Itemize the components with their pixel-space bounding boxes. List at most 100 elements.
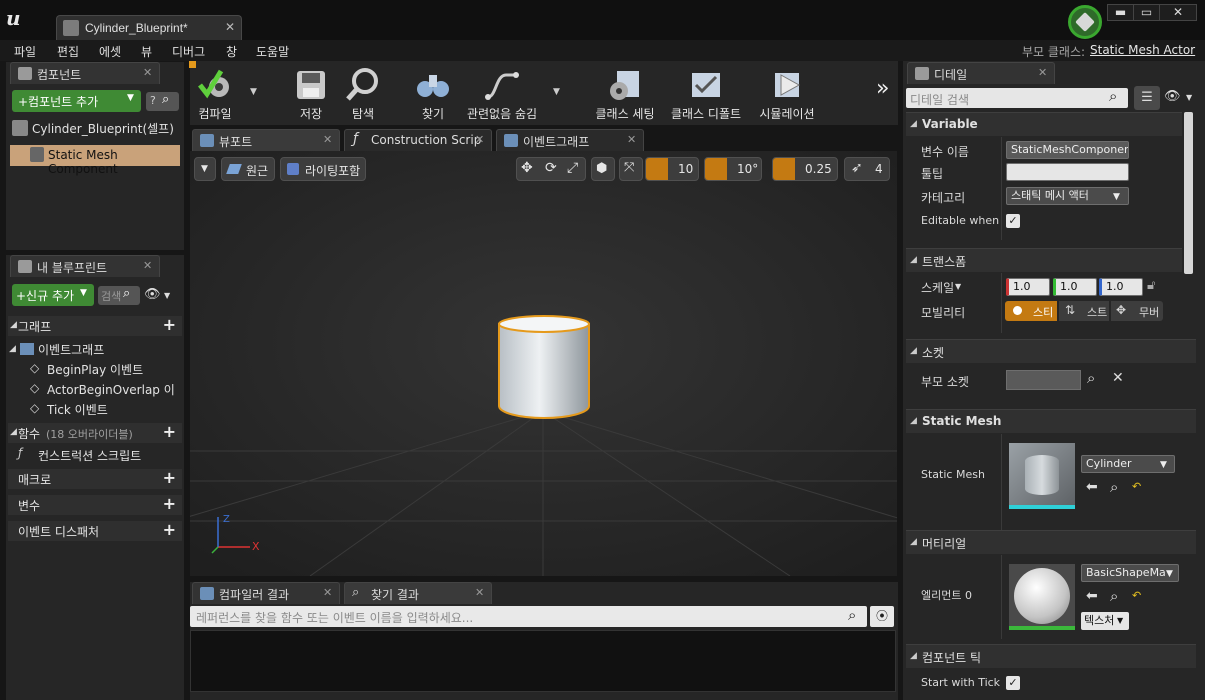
find-in-all-blueprints-icon[interactable]: ⦿ <box>870 606 894 627</box>
chevron-down-icon[interactable]: ▼ <box>164 291 170 300</box>
scale-y-field[interactable]: 1.0 <box>1053 278 1097 296</box>
scale-icon[interactable]: ⤢ <box>567 160 578 176</box>
variable-section[interactable]: ◢ Variable <box>906 112 1182 136</box>
eye-icon[interactable]: 👁︎ <box>144 287 161 302</box>
add-function-icon[interactable]: + <box>163 422 176 441</box>
close-icon[interactable]: ✕ <box>627 133 636 146</box>
find-button[interactable]: 찾기 <box>398 61 468 125</box>
property-matrix-icon[interactable]: ☰ <box>1134 86 1160 110</box>
scale-x-field[interactable]: 1.0 <box>1006 278 1050 296</box>
reset-to-default-icon[interactable]: ↶ <box>1132 589 1141 602</box>
perspective-button[interactable]: 원근 <box>221 157 275 181</box>
add-variable-icon[interactable]: + <box>163 494 176 513</box>
coordinate-space-button[interactable]: ⬢ <box>591 157 615 181</box>
browse-asset-icon[interactable]: ⌕ <box>1110 587 1118 605</box>
lighting-button[interactable]: 라이팅포함 <box>280 157 366 181</box>
maximize-button[interactable]: ▭ <box>1133 4 1160 21</box>
find-results-search-input[interactable]: 레퍼런스를 찾을 함수 또는 이벤트 이름을 입력하세요... ⌕ <box>190 606 867 627</box>
blueprint-source-icon[interactable] <box>1068 5 1102 39</box>
chevron-down-icon[interactable]: ▼ <box>955 282 961 291</box>
parent-class-link[interactable]: Static Mesh Actor <box>1090 43 1195 57</box>
static-mesh-dropdown[interactable]: Cylinder ▼ <box>1081 455 1175 473</box>
variables-section[interactable]: 변수 + <box>8 494 182 515</box>
mobility-static-option[interactable]: 스티 <box>1005 301 1057 321</box>
details-search-input[interactable]: 디테일 검색 ⌕ <box>906 87 1128 108</box>
tab-viewport[interactable]: 뷰포트 ✕ <box>192 129 340 151</box>
component-tick-section[interactable]: ◢ 컴포넌트 틱 <box>906 644 1196 668</box>
translate-icon[interactable]: ✥ <box>521 160 533 176</box>
surface-snap-button[interactable]: ⤧ <box>619 157 643 181</box>
category-dropdown[interactable]: 스태틱 메시 액터 ▼ <box>1006 187 1129 205</box>
tree-item-tick[interactable]: Tick 이벤트 <box>47 401 108 418</box>
transform-section[interactable]: ◢ 트랜스폼 <box>906 248 1182 272</box>
simulation-button[interactable]: 시뮬레이션 <box>752 61 822 125</box>
close-tab-icon[interactable]: ✕ <box>225 20 235 34</box>
close-window-button[interactable]: ✕ <box>1159 4 1197 21</box>
close-icon[interactable]: ✕ <box>475 133 484 146</box>
functions-section[interactable]: ◢ 함수 (18 오버라이더블) + <box>8 422 182 443</box>
add-macro-icon[interactable]: + <box>163 468 176 487</box>
transform-mode-group[interactable]: ✥ ⟳ ⤢ <box>516 157 586 181</box>
material-dropdown[interactable]: BasicShapeMate ▼ <box>1081 564 1179 582</box>
rotation-snap-button[interactable]: 10° <box>704 157 762 181</box>
compile-button[interactable]: 컴파일 <box>180 61 250 125</box>
menu-asset[interactable]: 에셋 <box>99 43 121 60</box>
close-icon[interactable]: ✕ <box>323 586 332 599</box>
chevron-down-icon[interactable]: ▼ <box>250 87 257 97</box>
toolbar-overflow-button[interactable]: » <box>876 76 889 101</box>
tree-item-event-graph[interactable]: 이벤트그래프 <box>38 341 104 358</box>
document-tab[interactable]: Cylinder_Blueprint* ✕ <box>56 15 242 40</box>
menu-view[interactable]: 뷰 <box>141 43 152 60</box>
static-mesh-thumbnail[interactable] <box>1009 443 1075 509</box>
menu-file[interactable]: 파일 <box>14 43 36 60</box>
clear-icon[interactable]: ✕ <box>1112 370 1124 386</box>
reset-to-default-icon[interactable]: ↶ <box>1132 480 1141 493</box>
menu-window[interactable]: 창 <box>226 43 237 60</box>
tab-compiler-results[interactable]: 컴파일러 결과 ✕ <box>192 582 340 604</box>
macros-section[interactable]: 매크로 + <box>8 468 182 489</box>
viewport-options-button[interactable]: ▼ <box>194 157 216 181</box>
component-search-box[interactable]: ? ⌕ <box>146 92 179 111</box>
close-icon[interactable]: ✕ <box>1038 66 1047 79</box>
chevron-down-icon[interactable]: ▼ <box>1186 93 1192 102</box>
menu-debug[interactable]: 디버그 <box>172 43 205 60</box>
start-with-tick-checkbox[interactable]: ✓ <box>1006 676 1020 690</box>
use-selected-arrow-icon[interactable]: ⬅ <box>1086 479 1098 495</box>
textures-dropdown[interactable]: 텍스처 ▼ <box>1081 612 1129 630</box>
static-mesh-section[interactable]: ◢ Static Mesh <box>906 409 1196 433</box>
add-component-button[interactable]: +컴포넌트 추가 ▼ <box>12 90 141 112</box>
scale-snap-button[interactable]: 0.25 <box>772 157 838 181</box>
browse-button[interactable]: 탐색 <box>328 61 398 125</box>
material-thumbnail[interactable] <box>1009 564 1075 630</box>
tab-find-results[interactable]: ⌕ 찾기 결과 ✕ <box>344 582 492 604</box>
camera-speed-button[interactable]: ➶ 4 <box>844 157 890 181</box>
materials-section[interactable]: ◢ 머티리얼 <box>906 530 1196 554</box>
rotate-icon[interactable]: ⟳ <box>545 160 557 176</box>
tab-construction-script[interactable]: ƒ Construction Scrip ✕ <box>344 129 492 151</box>
variable-name-field[interactable]: StaticMeshComponent <box>1006 141 1129 159</box>
class-settings-button[interactable]: 클래스 세팅 <box>588 61 662 125</box>
tree-item-actor-begin-overlap[interactable]: ActorBeginOverlap 이벤 <box>47 381 175 398</box>
tree-item-beginplay[interactable]: BeginPlay 이벤트 <box>47 361 143 378</box>
add-graph-icon[interactable]: + <box>163 315 176 334</box>
close-icon[interactable]: ✕ <box>143 66 152 79</box>
use-selected-arrow-icon[interactable]: ⬅ <box>1086 588 1098 604</box>
graphs-section[interactable]: ◢ 그래프 + <box>8 315 182 336</box>
add-event-dispatcher-icon[interactable]: + <box>163 520 176 539</box>
add-new-button[interactable]: +신규 추가 ▼ <box>12 284 94 306</box>
scale-z-field[interactable]: 1.0 <box>1099 278 1143 296</box>
event-dispatchers-section[interactable]: 이벤트 디스패처 + <box>8 520 182 541</box>
tooltip-field[interactable] <box>1006 163 1129 181</box>
browse-asset-icon[interactable]: ⌕ <box>1110 478 1118 496</box>
sockets-section[interactable]: ◢ 소켓 <box>906 339 1196 363</box>
mobility-stationary-option[interactable]: ⇅ 스트 <box>1059 301 1109 321</box>
editable-when-inherited-checkbox[interactable]: ✓ <box>1006 214 1020 228</box>
tab-my-blueprint[interactable]: 내 블루프린트 ✕ <box>10 255 160 277</box>
tab-details[interactable]: 디테일 ✕ <box>907 62 1055 84</box>
component-root-item[interactable]: Cylinder_Blueprint(셀프) <box>32 120 174 137</box>
component-selected-row[interactable]: Static Mesh Component <box>10 145 180 176</box>
search-icon[interactable]: ⌕ <box>1087 369 1095 387</box>
chevron-down-icon[interactable]: ▼ <box>553 87 560 97</box>
blueprint-search-box[interactable]: 검색 ⌕ <box>98 286 140 305</box>
tab-event-graph[interactable]: 이벤트그래프 ✕ <box>496 129 644 151</box>
